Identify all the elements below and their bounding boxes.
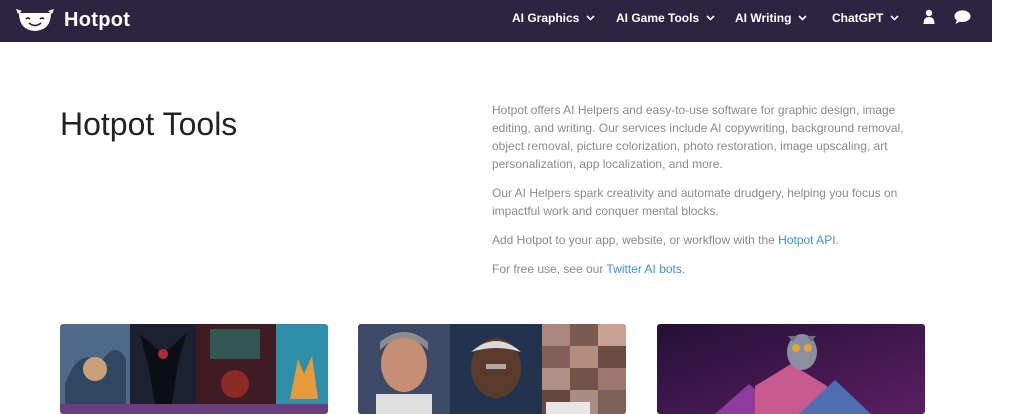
nav-ai-graphics-label: AI Graphics [512, 11, 580, 25]
ai-design-art-image [657, 324, 925, 414]
twitter-ai-bots-link[interactable]: Twitter AI bots [607, 262, 682, 276]
chevron-down-icon [706, 15, 715, 21]
nav-ai-game-tools-label: AI Game Tools [616, 11, 700, 25]
nav-chatgpt-label: ChatGPT [832, 11, 884, 25]
intro-paragraph-3: Add Hotpot to your app, website, or work… [492, 231, 912, 249]
nav-ai-writing[interactable]: AI Writing [735, 0, 808, 36]
nav-chatgpt[interactable]: ChatGPT [832, 0, 899, 36]
twitter-text-end: . [681, 262, 686, 276]
intro-paragraph-1: Hotpot offers AI Helpers and easy-to-use… [492, 103, 904, 171]
intro-text: Hotpot offers AI Helpers and easy-to-use… [492, 101, 912, 289]
intro-paragraph-2: Our AI Helpers spark creativity and auto… [492, 186, 898, 218]
brand-name: Hotpot [64, 8, 131, 31]
hotpot-api-link[interactable]: Hotpot API [778, 233, 835, 247]
card-portrait-restoration[interactable] [358, 324, 626, 414]
nav-ai-graphics[interactable]: AI Graphics [512, 0, 595, 36]
ai-art-collage-image [60, 324, 328, 414]
portrait-restoration-collage-image [358, 324, 626, 414]
brand-home-link[interactable]: Hotpot [16, 4, 130, 36]
api-text-end: . [835, 233, 839, 247]
user-icon[interactable] [923, 9, 935, 25]
api-text: Add Hotpot to your app, website, or work… [492, 233, 779, 247]
nav-ai-game-tools[interactable]: AI Game Tools [616, 0, 715, 36]
top-navbar: Hotpot AI Graphics AI Game Tools AI Writ… [0, 0, 992, 42]
page-title: Hotpot Tools [60, 106, 238, 142]
card-ai-design[interactable] [657, 324, 925, 414]
twitter-text: For free use, see our [492, 262, 607, 276]
card-ai-art[interactable] [60, 324, 328, 414]
nav-ai-writing-label: AI Writing [735, 11, 792, 25]
intro-paragraph-4: For free use, see our Twitter AI bots. [492, 260, 912, 278]
hotpot-logo-icon [16, 9, 54, 31]
chevron-down-icon [890, 15, 899, 21]
chat-bubble-icon[interactable] [954, 10, 971, 25]
chevron-down-icon [798, 15, 808, 21]
chevron-down-icon [586, 15, 595, 21]
